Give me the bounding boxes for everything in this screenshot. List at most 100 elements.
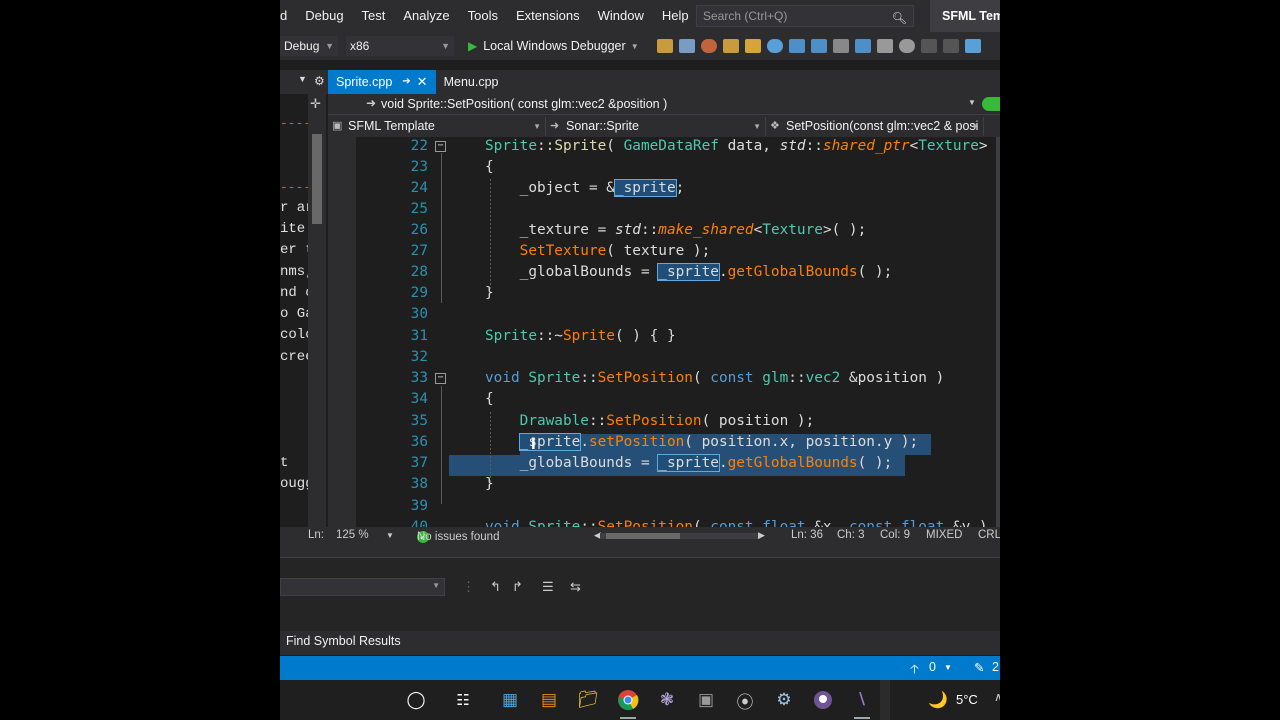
line-ending[interactable]: CRLF (978, 529, 1000, 541)
collapse-icon[interactable]: − (435, 141, 446, 152)
configuration-select[interactable]: Debug ▼ (280, 36, 338, 56)
scope-select[interactable]: ➜ Sonar::Sprite ▼ (546, 116, 766, 136)
scope-combo[interactable]: ▼ (280, 578, 445, 596)
breakpoint-icon[interactable] (700, 39, 717, 53)
folder-icon[interactable] (656, 39, 673, 53)
pending-changes-count[interactable]: 2 (992, 660, 999, 674)
chevron-down-icon[interactable]: ▼ (968, 98, 976, 107)
scrollbar-thumb[interactable] (606, 533, 680, 539)
chrome-icon[interactable] (616, 688, 640, 712)
menu-tools[interactable]: Tools (459, 0, 507, 32)
step-back-icon[interactable] (788, 39, 805, 53)
previous-result-icon[interactable]: ↰ (490, 579, 501, 595)
next-result-icon[interactable]: ↱ (512, 579, 523, 595)
menu-analyze[interactable]: Analyze (394, 0, 458, 32)
windows-taskbar: ◯ ☷ ▦ ▤ 📁︎ ❃ ▣ ⦿ ⚙ ⧵ 🌙 5°C ∧ (280, 680, 1000, 720)
code-editor[interactable]: 22 − Sprite::Sprite( GameDataRef data, s… (328, 137, 1000, 527)
menu-debug[interactable]: Debug (296, 0, 352, 32)
obs-icon[interactable]: ⦿ (733, 688, 757, 712)
chevron-down-icon: ▼ (325, 41, 334, 51)
chevron-down-icon[interactable]: ▼ (386, 531, 394, 540)
scrollbar-thumb[interactable] (312, 134, 322, 224)
divider: ---- (280, 180, 308, 195)
close-icon[interactable]: ✕ (417, 70, 428, 94)
step-out-icon[interactable] (832, 39, 849, 53)
search-input[interactable]: Search (Ctrl+Q) 🔍︎ (696, 5, 914, 27)
moon-icon[interactable]: 🌙 (928, 690, 948, 710)
code-text: } (485, 476, 494, 492)
attach-icon[interactable] (964, 39, 981, 53)
code-line-34: 34 { (328, 389, 1000, 410)
step-over-icon[interactable] (854, 39, 871, 53)
code-line-27: 27 SetTexture( texture ); (328, 241, 1000, 262)
tab-menu-cpp[interactable]: Menu.cpp (436, 70, 507, 94)
gear-icon[interactable]: ⚙ (314, 74, 325, 88)
chevron-down-icon[interactable]: ▼ (298, 74, 307, 84)
steam-icon[interactable]: ⚙ (772, 688, 796, 712)
menu-window[interactable]: Window (589, 0, 653, 32)
pin-icon[interactable]: ➔ (402, 70, 410, 94)
show-hidden-icons[interactable]: ∧ (994, 690, 1000, 704)
line-number: 22 (410, 138, 428, 154)
line-number: 26 (410, 222, 428, 238)
sublime-icon[interactable]: ▤ (537, 688, 561, 712)
tab-find-symbol-results[interactable]: Find Symbol Results (280, 631, 1000, 655)
code-text: { (485, 391, 494, 407)
settings-icon[interactable] (898, 39, 915, 53)
cortana-icon[interactable]: ◯ (404, 688, 428, 712)
line-number: 40 (410, 519, 428, 527)
file-explorer-icon[interactable]: 📁︎ (576, 688, 600, 712)
splitter[interactable] (280, 545, 1000, 557)
collapse-icon[interactable]: − (435, 373, 446, 384)
pin-icon[interactable]: ✛ (310, 96, 321, 112)
tabs-mode[interactable]: MIXED (926, 529, 962, 541)
layout-icon[interactable] (876, 39, 893, 53)
toggle-icon[interactable]: ⇆ (570, 579, 581, 595)
start-debugger-button[interactable]: ▶ Local Windows Debugger ▼ (468, 39, 639, 53)
left-panel-header: ▼ ⚙ (280, 70, 328, 94)
menu-help[interactable]: Help (653, 0, 698, 32)
scroll-right-icon[interactable]: ▶ (758, 530, 765, 541)
char-indicator: Ch: 3 (837, 529, 865, 541)
chevron-down-icon[interactable]: ▼ (944, 663, 952, 672)
visual-studio-icon[interactable]: ⧵ (850, 688, 874, 712)
breadcrumb-signature[interactable]: void Sprite::SetPosition( const glm::vec… (381, 97, 667, 111)
step-into-icon[interactable] (810, 39, 827, 53)
zoom-level[interactable]: 125 % (336, 529, 369, 541)
left-panel-scrollbar[interactable] (308, 94, 326, 530)
qbittorrent-icon[interactable]: ❃ (655, 688, 679, 712)
editor-scrollbar[interactable] (996, 137, 1000, 527)
project-select[interactable]: ▣ SFML Template ▼ (328, 116, 546, 136)
taskbar-scroll[interactable] (880, 680, 890, 720)
platform-value: x86 (350, 39, 370, 53)
pencil-icon[interactable]: ✎ (974, 660, 984, 675)
app-icon[interactable]: ▣ (694, 688, 718, 712)
horizontal-scrollbar[interactable] (600, 533, 760, 539)
task-view-icon[interactable]: ☷ (451, 688, 475, 712)
clear-icon[interactable]: ☰ (542, 579, 554, 595)
menu-test[interactable]: Test (353, 0, 395, 32)
text-cursor-icon: I (531, 434, 536, 453)
search-placeholder: Search (Ctrl+Q) (703, 9, 788, 23)
disabled-icon (920, 39, 937, 53)
menu-build[interactable]: d (280, 0, 296, 32)
code-line-24: 24 _object = &_sprite; (328, 178, 1000, 199)
disabled-icon-2 (942, 39, 959, 53)
col-indicator: Col: 9 (880, 529, 911, 541)
navigate-icon[interactable] (982, 97, 1000, 111)
errors-count[interactable]: 0 (929, 660, 936, 674)
tab-sprite-cpp[interactable]: Sprite.cpp ➔ ✕ (328, 70, 436, 94)
code-line-35: 35 Drawable::SetPosition( position ); (328, 411, 1000, 432)
publish-icon[interactable]: 🡡 (910, 660, 919, 681)
grid-icon[interactable] (744, 39, 761, 53)
platform-select[interactable]: x86 ▼ (346, 36, 454, 56)
open-icon[interactable] (722, 39, 739, 53)
github-icon[interactable] (811, 688, 835, 712)
line-number: 36 (410, 434, 428, 450)
explorer-pc-icon[interactable]: ▦ (498, 688, 522, 712)
member-select[interactable]: ❖ SetPosition(const glm::vec2 & posi ▼ (766, 116, 984, 136)
menu-extensions[interactable]: Extensions (507, 0, 589, 32)
temperature[interactable]: 5°C (956, 692, 978, 707)
find-icon[interactable] (766, 39, 783, 53)
screenshot-icon[interactable] (678, 39, 695, 53)
